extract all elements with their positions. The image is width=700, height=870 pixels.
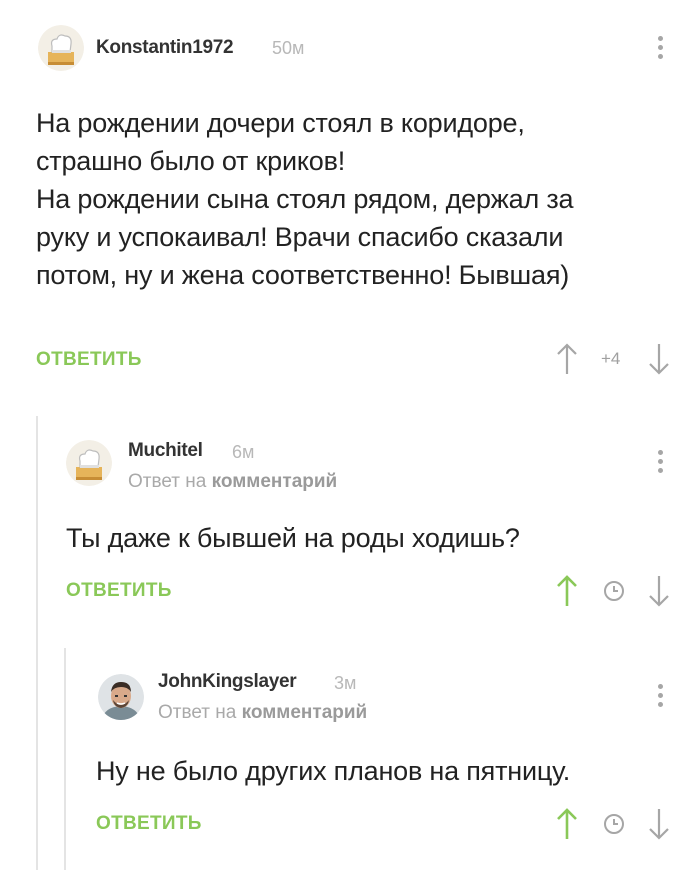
comment-text-line: На рождении дочери стоял в коридоре, — [36, 108, 525, 138]
more-options-icon[interactable] — [655, 450, 665, 478]
reply-to-prefix: Ответ на — [128, 471, 212, 492]
reply-to-comment-link[interactable]: комментарий — [212, 471, 338, 492]
reply-button[interactable]: ОТВЕТИТЬ — [36, 349, 142, 371]
username[interactable]: Konstantin1972 — [96, 37, 234, 59]
username[interactable]: JohnKingslayer — [158, 671, 297, 693]
comment-time: 6м — [232, 442, 255, 462]
reply-to-prefix: Ответ на — [158, 702, 242, 723]
rating-score: +4 — [601, 349, 621, 368]
reply-button[interactable]: ОТВЕТИТЬ — [96, 813, 202, 835]
comment-text-line: Ну не было других планов на пятницу. — [96, 756, 571, 786]
clock-icon[interactable] — [603, 580, 625, 602]
downvote-arrow-icon[interactable] — [648, 807, 670, 841]
comment-text-line: потом, ну и жена соответственно! Бывшая) — [36, 260, 570, 290]
username[interactable]: Muchitel — [128, 440, 203, 462]
reply-to-info: Ответ на комментарий — [158, 702, 367, 724]
reply-to-info: Ответ на комментарий — [128, 471, 337, 493]
comment-time: 3м — [334, 673, 357, 693]
user-photo-avatar — [98, 674, 144, 720]
downvote-arrow-icon[interactable] — [648, 342, 670, 376]
user-avatar[interactable] — [66, 440, 112, 486]
comment-konstantin1972: Konstantin1972 50м На рождении дочери ст… — [0, 0, 700, 400]
chef-hat-avatar-icon — [66, 440, 112, 486]
upvote-arrow-icon[interactable] — [556, 807, 578, 841]
upvote-arrow-icon[interactable] — [556, 342, 578, 376]
clock-icon[interactable] — [603, 813, 625, 835]
more-options-icon[interactable] — [655, 36, 665, 64]
upvote-arrow-icon[interactable] — [556, 574, 578, 608]
comment-text-line: Ты даже к бывшей на роды ходишь? — [66, 523, 520, 553]
comment-text: Ты даже к бывшей на роды ходишь? — [66, 519, 676, 557]
user-avatar[interactable] — [98, 674, 144, 720]
more-options-icon[interactable] — [655, 684, 665, 712]
comment-time: 50м — [272, 38, 305, 58]
comment-text-line: На рождении сына стоял рядом, держал за — [36, 184, 574, 214]
downvote-arrow-icon[interactable] — [648, 574, 670, 608]
comment-text-line: страшно было от криков! — [36, 146, 346, 176]
comment-muchitel: Muchitel 6м Ответ на комментарий Ты даже… — [0, 420, 700, 620]
chef-hat-avatar-icon — [38, 25, 84, 71]
comment-johnkingslayer: JohnKingslayer 3м Ответ на комментарий Н… — [0, 650, 700, 870]
comment-text-line: руку и успокаивал! Врачи спасибо сказали — [36, 222, 564, 252]
reply-button[interactable]: ОТВЕТИТЬ — [66, 580, 172, 602]
comment-text: На рождении дочери стоял в коридоре, стр… — [36, 104, 676, 294]
reply-to-comment-link[interactable]: комментарий — [242, 702, 368, 723]
user-avatar[interactable] — [38, 25, 84, 71]
comment-text: Ну не было других планов на пятницу. — [96, 752, 676, 790]
